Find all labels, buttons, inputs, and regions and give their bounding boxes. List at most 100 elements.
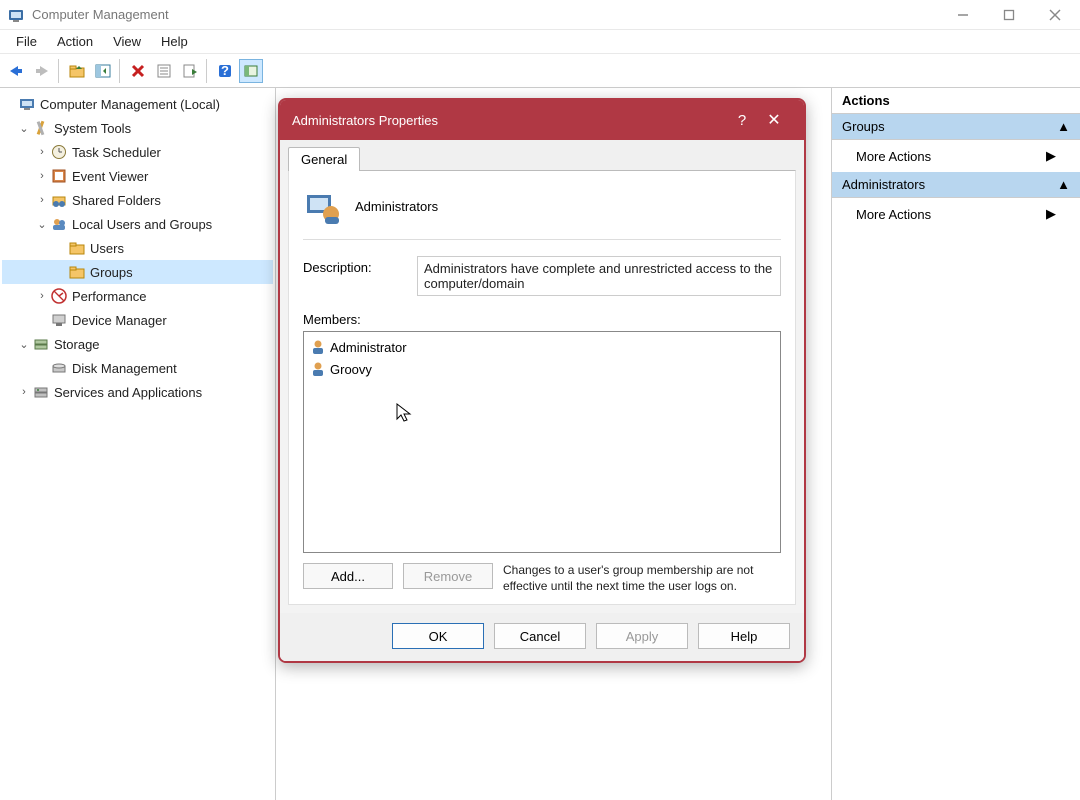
tree-label: Services and Applications — [54, 385, 202, 400]
chevron-right-icon[interactable]: › — [34, 170, 50, 182]
performance-icon — [50, 287, 68, 305]
group-name: Administrators — [355, 199, 438, 214]
tree-label: Computer Management (Local) — [40, 97, 220, 112]
tree-label: Shared Folders — [72, 193, 161, 208]
tree-system-tools[interactable]: ⌄ System Tools — [2, 116, 273, 140]
menu-help[interactable]: Help — [151, 32, 198, 51]
tree-shared-folders[interactable]: › Shared Folders — [2, 188, 273, 212]
tree-label: Users — [90, 241, 124, 256]
nav-forward-button[interactable] — [30, 59, 54, 83]
refresh-button[interactable] — [239, 59, 263, 83]
minimize-button[interactable] — [940, 0, 986, 29]
close-button[interactable] — [1032, 0, 1078, 29]
tools-icon — [32, 119, 50, 137]
user-icon — [310, 339, 326, 355]
help-button[interactable]: Help — [698, 623, 790, 649]
dialog-tabbar: General — [280, 140, 804, 170]
actions-more-groups[interactable]: More Actions ▶ — [832, 140, 1080, 172]
tree-task-scheduler[interactable]: › Task Scheduler — [2, 140, 273, 164]
tree-local-users-groups[interactable]: ⌄ Local Users and Groups — [2, 212, 273, 236]
actions-item-label: More Actions — [856, 207, 931, 222]
tree-root[interactable]: Computer Management (Local) — [2, 92, 273, 116]
tree-disk-management[interactable]: Disk Management — [2, 356, 273, 380]
up-level-button[interactable] — [65, 59, 89, 83]
event-viewer-icon — [50, 167, 68, 185]
tree-label: Task Scheduler — [72, 145, 161, 160]
computer-management-icon — [18, 95, 36, 113]
chevron-right-icon[interactable]: › — [34, 194, 50, 206]
tree-performance[interactable]: › Performance — [2, 284, 273, 308]
actions-section-groups[interactable]: Groups ▲ — [832, 114, 1080, 140]
group-icon — [303, 187, 341, 225]
tree-label: Disk Management — [72, 361, 177, 376]
membership-note: Changes to a user's group membership are… — [503, 563, 781, 594]
actions-section-label: Administrators — [842, 177, 925, 192]
toolbar: ? — [0, 54, 1080, 88]
window-title: Computer Management — [32, 7, 940, 22]
properties-button[interactable] — [152, 59, 176, 83]
export-button[interactable] — [178, 59, 202, 83]
collapse-icon: ▲ — [1057, 119, 1070, 134]
tree-device-manager[interactable]: Device Manager — [2, 308, 273, 332]
chevron-down-icon[interactable]: ⌄ — [34, 218, 50, 231]
tree-services-apps[interactable]: › Services and Applications — [2, 380, 273, 404]
tree-label: Storage — [54, 337, 100, 352]
maximize-button[interactable] — [986, 0, 1032, 29]
help-button[interactable]: ? — [213, 59, 237, 83]
menu-bar: File Action View Help — [0, 30, 1080, 54]
menu-action[interactable]: Action — [47, 32, 103, 51]
menu-view[interactable]: View — [103, 32, 151, 51]
chevron-right-icon: ▶ — [1046, 206, 1056, 222]
tree-users[interactable]: Users — [2, 236, 273, 260]
tree-label: Groups — [90, 265, 133, 280]
chevron-right-icon[interactable]: › — [16, 386, 32, 398]
member-name: Groovy — [330, 362, 372, 377]
show-hide-tree-button[interactable] — [91, 59, 115, 83]
toolbar-separator — [58, 59, 61, 83]
dialog-help-icon[interactable]: ? — [728, 112, 756, 129]
actions-more-administrators[interactable]: More Actions ▶ — [832, 198, 1080, 230]
window-titlebar: Computer Management — [0, 0, 1080, 30]
ok-button[interactable]: OK — [392, 623, 484, 649]
cancel-button[interactable]: Cancel — [494, 623, 586, 649]
members-label: Members: — [303, 312, 781, 327]
users-groups-icon — [50, 215, 68, 233]
member-item[interactable]: Groovy — [306, 358, 778, 380]
apply-button[interactable]: Apply — [596, 623, 688, 649]
dialog-close-button[interactable]: ✕ — [756, 110, 792, 130]
actions-item-label: More Actions — [856, 149, 931, 164]
chevron-down-icon[interactable]: ⌄ — [16, 122, 32, 135]
remove-button[interactable]: Remove — [403, 563, 493, 589]
description-field[interactable]: Administrators have complete and unrestr… — [417, 256, 781, 296]
tree-event-viewer[interactable]: › Event Viewer — [2, 164, 273, 188]
dialog-titlebar[interactable]: Administrators Properties ? ✕ — [280, 100, 804, 140]
disk-icon — [50, 359, 68, 377]
chevron-down-icon[interactable]: ⌄ — [16, 338, 32, 351]
actions-pane: Actions Groups ▲ More Actions ▶ Administ… — [832, 88, 1080, 800]
actions-section-administrators[interactable]: Administrators ▲ — [832, 172, 1080, 198]
menu-file[interactable]: File — [6, 32, 47, 51]
dialog-title: Administrators Properties — [292, 113, 728, 128]
tree-label: Event Viewer — [72, 169, 148, 184]
tab-general[interactable]: General — [288, 147, 360, 171]
description-label: Description: — [303, 256, 407, 275]
tree-label: Local Users and Groups — [72, 217, 212, 232]
toolbar-separator — [206, 59, 209, 83]
actions-section-label: Groups — [842, 119, 885, 134]
chevron-right-icon[interactable]: › — [34, 290, 50, 302]
tree-storage[interactable]: ⌄ Storage — [2, 332, 273, 356]
tree-pane: Computer Management (Local) ⌄ System Too… — [0, 88, 276, 800]
members-list[interactable]: Administrator Groovy — [303, 331, 781, 553]
storage-icon — [32, 335, 50, 353]
nav-back-button[interactable] — [4, 59, 28, 83]
add-button[interactable]: Add... — [303, 563, 393, 589]
actions-header: Actions — [832, 88, 1080, 114]
chevron-right-icon[interactable]: › — [34, 146, 50, 158]
collapse-icon: ▲ — [1057, 177, 1070, 192]
properties-dialog: Administrators Properties ? ✕ General Ad… — [278, 98, 806, 663]
tree-groups[interactable]: Groups — [2, 260, 273, 284]
folder-icon — [68, 239, 86, 257]
member-name: Administrator — [330, 340, 407, 355]
member-item[interactable]: Administrator — [306, 336, 778, 358]
delete-button[interactable] — [126, 59, 150, 83]
